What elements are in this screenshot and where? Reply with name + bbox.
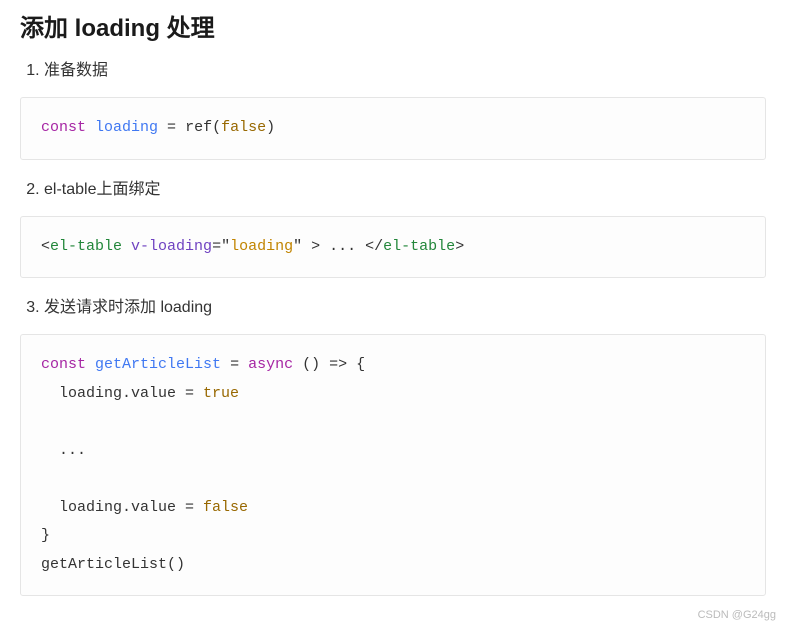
watermark: CSDN @G24gg (698, 609, 776, 621)
quote-open: " (221, 238, 230, 255)
step-3: 发送请求时添加 loading (44, 296, 766, 320)
attr-eq: = (212, 238, 221, 255)
gt-close: > (455, 238, 464, 255)
eq: = (158, 119, 185, 136)
quote-close: " (293, 238, 302, 255)
fn-getArticleList: getArticleList (95, 356, 221, 373)
step-1: 准备数据 (44, 59, 766, 83)
arrow: () => { (293, 356, 365, 373)
line-true: loading.value = (41, 385, 203, 402)
kw-const: const (41, 119, 86, 136)
code-block-1: const loading = ref(false) (20, 97, 766, 160)
eq-3: = (221, 356, 248, 373)
gt: > (302, 238, 329, 255)
attr-v-loading: v-loading (131, 238, 212, 255)
kw-const-3: const (41, 356, 86, 373)
page-title: 添加 loading 处理 (20, 8, 766, 43)
bool-true: true (203, 385, 239, 402)
str-loading: loading (230, 238, 293, 255)
tag-el-table-open: el-table (50, 238, 122, 255)
sp (122, 238, 131, 255)
rparen: ) (266, 119, 275, 136)
code-block-3: const getArticleList = async () => { loa… (20, 334, 766, 596)
dots-3: ... (41, 442, 86, 459)
bool-false-3: false (203, 499, 248, 516)
ident-loading: loading (95, 119, 158, 136)
step-2: el-table上面绑定 (44, 178, 766, 202)
kw-async: async (248, 356, 293, 373)
call-getArticleList: getArticleList() (41, 556, 185, 573)
tag-el-table-close: el-table (383, 238, 455, 255)
fn-ref: ref (185, 119, 212, 136)
line-false: loading.value = (41, 499, 203, 516)
code-block-2: <el-table v-loading="loading" > ... </el… (20, 216, 766, 279)
lt-close: </ (356, 238, 383, 255)
lt: < (41, 238, 50, 255)
lparen: ( (212, 119, 221, 136)
dots: ... (329, 238, 356, 255)
close-brace: } (41, 527, 50, 544)
bool-false: false (221, 119, 266, 136)
